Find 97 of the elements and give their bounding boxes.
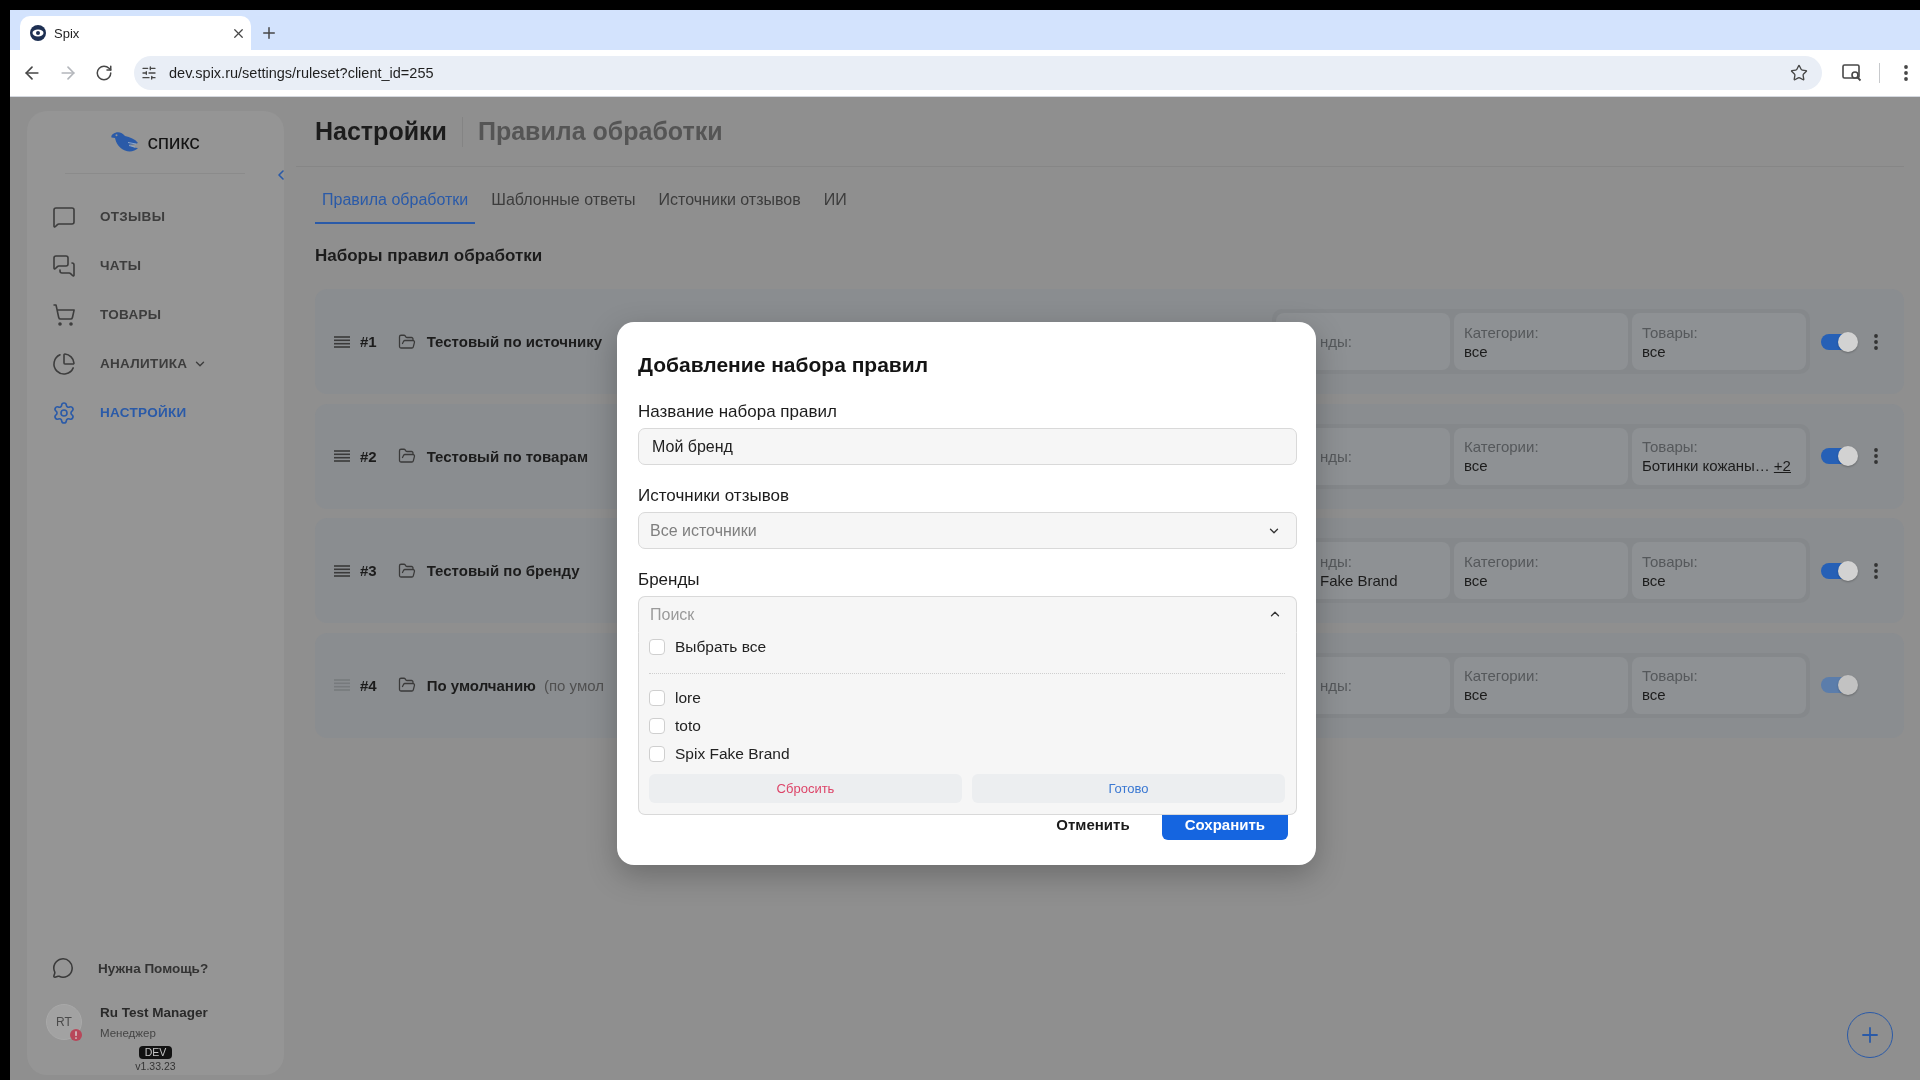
kebab-menu-icon[interactable] [1874,448,1878,464]
field-label: Название набора правил [638,401,838,423]
name-field[interactable]: Мой бренд [638,428,1297,465]
page-title: Настройки [315,117,447,146]
option-label: Выбрать все [675,638,767,656]
option-label: Spix Fake Brand [675,745,790,763]
filter-label: Товары: [1642,322,1699,342]
filter-value: все [1642,570,1666,590]
ruleset-name: Тестовый по товарам [426,447,588,465]
tab[interactable]: Шаблонные ответы [484,178,643,224]
user-name: Ru Test Manager [100,1004,208,1022]
kebab-menu-icon[interactable] [1874,562,1878,579]
ruleset-name: По умолчанию [426,676,536,694]
star-icon[interactable] [1790,64,1808,82]
toggle-switch[interactable] [1821,560,1858,581]
option-label: toto [675,717,701,735]
ruleset-name: Тестовый по источнику [426,333,603,350]
sources-select[interactable]: Все источники [638,512,1297,549]
chat-bubbles-icon [52,253,76,278]
toggle-switch[interactable] [1821,446,1858,466]
ruleset-number: #1 [360,333,377,350]
nav-item[interactable]: ТОВАРЫ [27,290,284,339]
filter-label: Категории: [1464,437,1540,456]
nav-item[interactable]: ЧАТЫ [27,241,284,290]
help-link[interactable]: Нужна Помощь? [27,948,284,988]
filter-label: Категории: [1464,666,1540,685]
filter-value: все [1464,341,1488,361]
ruleset-number: #3 [360,562,377,579]
checkbox[interactable] [649,690,665,706]
filter-value: Ботинки кожаны… [1642,456,1770,475]
folder-icon [397,332,416,351]
ruleset-name: Тестовый по бренду [426,562,580,579]
browser-tab[interactable]: Spix [20,16,251,50]
drag-handle-icon[interactable] [334,564,350,577]
folder-icon [397,447,416,465]
sliders-icon[interactable] [141,65,157,81]
speech-bubble-icon [52,957,74,979]
filter-label: нды: [1320,446,1353,466]
filter-value: все [1464,685,1488,704]
field-label: Источники отзывов [638,485,790,507]
field-label: Бренды [638,569,701,591]
drag-handle-icon[interactable] [334,335,350,348]
env-badge: DEV [138,1046,173,1059]
ruleset-note: (по умол [543,676,604,694]
filter-value: все [1642,685,1666,704]
dialog-title: Добавление набора правил [638,352,930,378]
nav-item[interactable]: ОТЗЫВЫ [27,192,284,241]
folder-icon [397,561,416,580]
filter-value: все [1642,341,1666,361]
more-link[interactable]: +2 [1773,456,1791,475]
bird-logo-icon [111,131,140,153]
url-text: dev.spix.ru/settings/ruleset?client_id=255 [169,65,434,81]
filter-label: Товары: [1642,437,1699,456]
filter-value: все [1464,456,1488,475]
checkbox[interactable] [649,746,665,762]
page-search-icon [1842,64,1862,82]
filter-label: Товары: [1642,551,1699,571]
page-subtitle: Правила обработки [477,117,723,146]
eye-icon [30,25,46,41]
checkbox[interactable] [649,639,665,655]
tab[interactable]: ИИ [816,178,854,224]
filter-label: нды: [1320,332,1353,351]
folder-icon [397,676,416,694]
logo-text: спикс [147,131,200,153]
ruleset-number: #2 [360,447,377,465]
filter-value: Fake Brand [1320,570,1398,590]
drag-handle-icon[interactable] [334,450,350,462]
version-text: v1.33.23 [135,1059,176,1073]
new-tab-button[interactable] [260,24,278,42]
filter-label: Категории: [1464,322,1540,342]
pie-chart-icon [52,351,76,376]
filter-label: Категории: [1464,551,1540,571]
toggle-switch[interactable] [1821,331,1858,352]
kebab-menu-icon [1904,65,1908,81]
tab[interactable]: Источники отзывов [651,178,808,224]
avatar[interactable]: RT [46,1004,82,1040]
filter-label: Товары: [1642,666,1699,685]
search-field[interactable]: Поиск [638,596,1297,633]
address-bar[interactable]: dev.spix.ru/settings/ruleset?client_id=255 [134,56,1822,90]
reset-button[interactable]: Сбросить [649,774,962,803]
filter-label: нды: [1320,675,1353,695]
reload-icon [95,64,113,82]
tab[interactable]: Правила обработки [315,178,476,224]
section-title: Наборы правил обработки [315,245,544,267]
kebab-menu-icon[interactable] [1874,333,1878,350]
done-button[interactable]: Готово [972,774,1285,803]
nav-item[interactable]: АНАЛИТИКА [27,339,284,388]
option-label: lore [675,689,701,707]
ruleset-number: #4 [360,676,377,694]
user-role: Менеджер [100,1026,157,1040]
plus-icon [260,24,278,42]
nav-item[interactable]: НАСТРОЙКИ [27,388,284,437]
checkbox[interactable] [649,718,665,734]
filter-value: все [1464,570,1488,590]
filter-label: нды: [1320,551,1353,571]
cart-icon [52,302,76,327]
settings-icon [52,400,76,425]
